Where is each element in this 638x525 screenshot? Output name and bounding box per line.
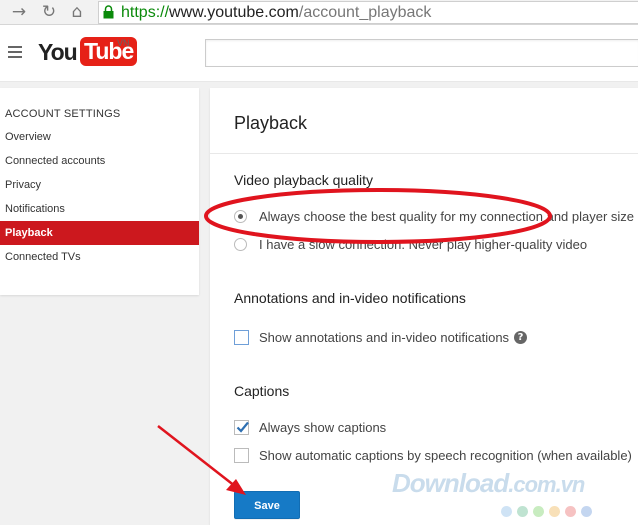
sidebar-item-privacy[interactable]: Privacy <box>0 173 199 197</box>
sidebar-item-overview[interactable]: Overview <box>0 125 199 149</box>
home-icon[interactable]: ⌂ <box>66 1 88 23</box>
sidebar-item-connected-accounts[interactable]: Connected accounts <box>0 149 199 173</box>
quality-slow-label: I have a slow connection. Never play hig… <box>259 237 588 252</box>
quality-best-label: Always choose the best quality for my co… <box>259 209 635 224</box>
watermark-suffix: .com.vn <box>508 472 585 497</box>
quality-slow-radio[interactable] <box>234 238 247 251</box>
page-title: Playback <box>234 113 308 133</box>
url-scheme: https:// <box>121 4 170 21</box>
search-input[interactable] <box>205 39 638 67</box>
panel-header: Playback <box>210 88 638 154</box>
captions-section-title: Captions <box>234 383 290 399</box>
lock-icon <box>103 5 114 19</box>
captions-always-checkbox[interactable] <box>234 420 249 435</box>
forward-arrow-icon[interactable]: → <box>8 1 30 23</box>
captions-automatic-label: Show automatic captions by speech recogn… <box>259 448 632 463</box>
url-host: www.youtube.com <box>169 4 299 21</box>
watermark-dots <box>501 504 597 517</box>
annotations-section-title: Annotations and in-video notifications <box>234 290 466 306</box>
site-header: You Tube VN <box>0 25 638 82</box>
reload-icon[interactable]: ↻ <box>38 1 60 23</box>
checkmark-icon <box>236 421 249 433</box>
url-path: /account_playback <box>298 4 432 21</box>
quality-section-title: Video playback quality <box>234 172 374 188</box>
annotations-label-text: Show annotations and in-video notificati… <box>259 330 510 345</box>
playback-settings-panel: Playback Video playback quality Always c… <box>210 88 638 525</box>
sidebar-item-connected-tvs[interactable]: Connected TVs <box>0 245 199 269</box>
watermark-logo: Download.com.vn <box>392 468 585 499</box>
sidebar-item-notifications[interactable]: Notifications <box>0 197 199 221</box>
watermark-text: Download <box>392 468 509 498</box>
menu-icon[interactable] <box>8 46 22 58</box>
logo-country-code: VN <box>117 38 130 48</box>
url-text: https://www.youtube.com/account_playback <box>121 3 431 22</box>
sidebar-heading: ACCOUNT SETTINGS <box>5 108 121 120</box>
save-button[interactable]: Save <box>234 491 300 519</box>
quality-best-radio[interactable] <box>234 210 247 223</box>
captions-automatic-checkbox[interactable] <box>234 448 249 463</box>
browser-toolbar: → ↻ ⌂ https://www.youtube.com/account_pl… <box>0 0 638 25</box>
sidebar-item-playback[interactable]: Playback <box>0 221 199 245</box>
annotations-label: Show annotations and in-video notificati… <box>259 330 528 345</box>
annotations-checkbox[interactable] <box>234 330 249 345</box>
settings-sidebar: ACCOUNT SETTINGS Overview Connected acco… <box>0 88 199 295</box>
logo-you-text[interactable]: You <box>38 39 78 66</box>
captions-always-label: Always show captions <box>259 420 387 435</box>
address-bar[interactable]: https://www.youtube.com/account_playback <box>98 1 638 24</box>
help-icon[interactable]: ? <box>514 331 528 344</box>
